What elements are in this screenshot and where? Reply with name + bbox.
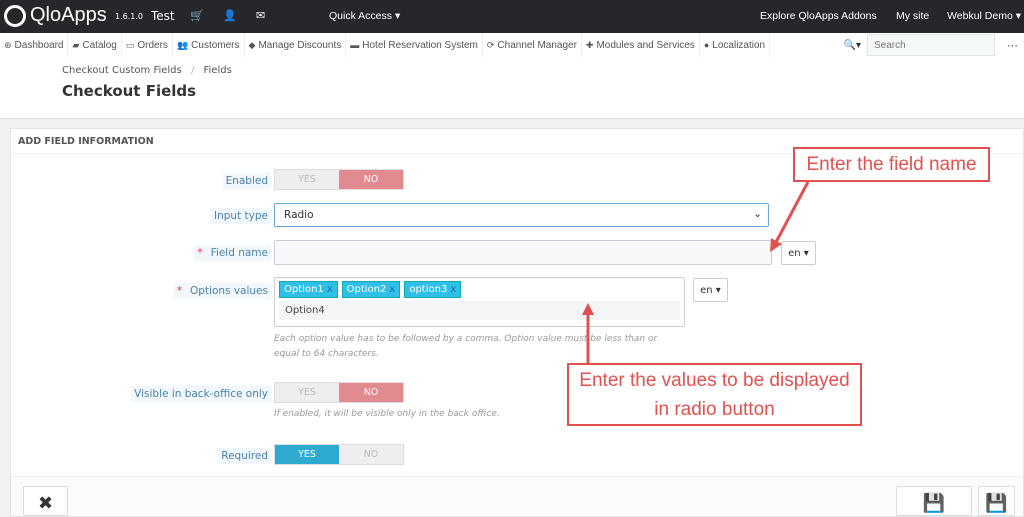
annotation-options: Enter the values to be displayed in radio… [567, 363, 862, 426]
annotation-arrows [582, 181, 810, 364]
arrowhead [582, 303, 594, 315]
arrow-field-name [773, 181, 810, 245]
annotation-field-name: Enter the field name [793, 147, 990, 182]
